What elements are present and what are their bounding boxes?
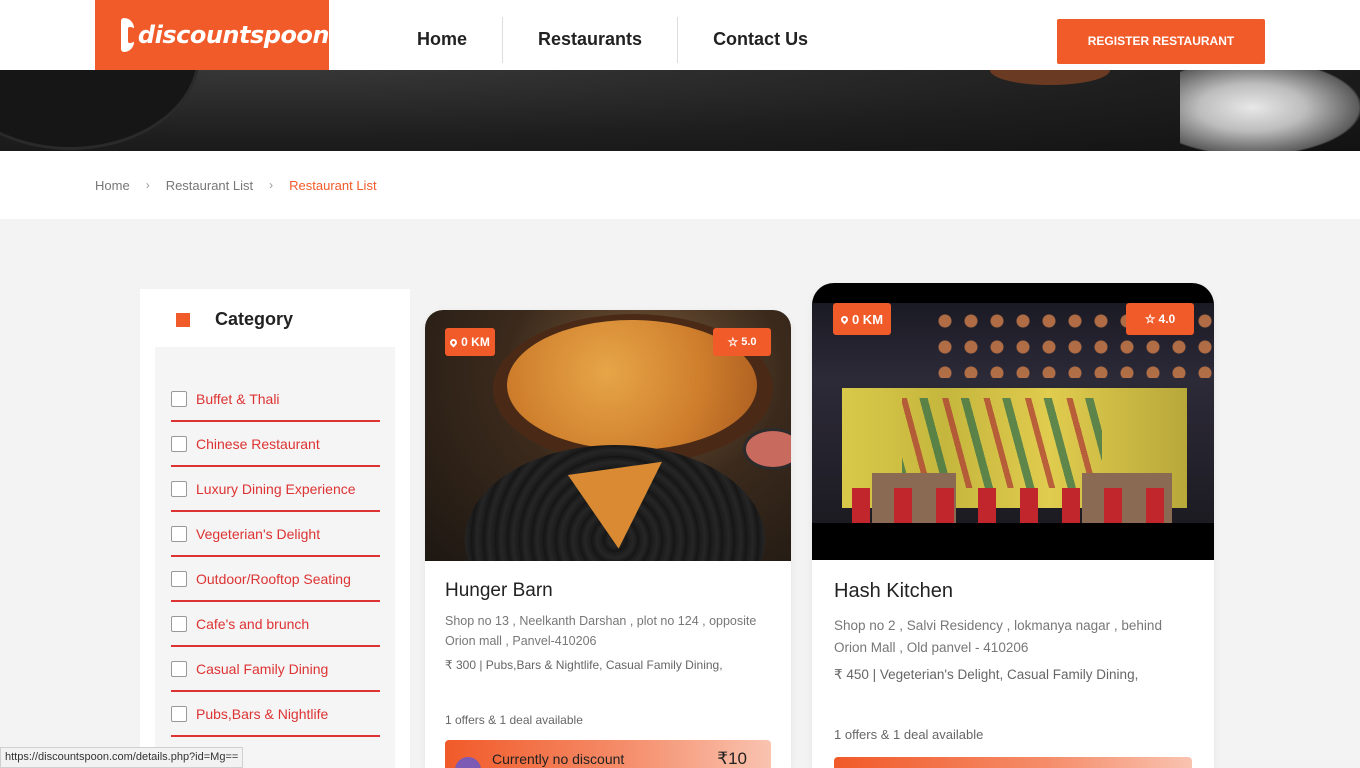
discount-text: Currently no discount xyxy=(492,751,625,767)
checkbox-icon[interactable] xyxy=(171,390,187,407)
checkbox-icon[interactable] xyxy=(171,705,187,722)
checkbox-icon[interactable] xyxy=(171,525,187,542)
discount-bar[interactable] xyxy=(834,757,1192,768)
discount-icon xyxy=(455,757,481,768)
rating-value: 5.0 xyxy=(741,336,757,348)
category-item-luxury-dining[interactable]: Luxury Dining Experience xyxy=(171,467,380,512)
category-item-outdoor-rooftop[interactable]: Outdoor/Rooftop Seating xyxy=(171,557,380,602)
category-label: Buffet & Thali xyxy=(196,390,280,407)
restaurant-card[interactable]: 0 KM ☆ 4.0 Hash Kitchen Shop no 2 , Salv… xyxy=(812,283,1214,768)
breadcrumb-separator-icon: › xyxy=(145,178,150,192)
category-label: Pubs,Bars & Nightlife xyxy=(196,705,329,722)
category-item-chinese[interactable]: Chinese Restaurant xyxy=(171,422,380,467)
restaurant-price-categories: ₹ 300 | Pubs,Bars & Nightlife, Casual Fa… xyxy=(445,658,723,672)
breadcrumb-restaurant-list[interactable]: Restaurant List xyxy=(166,178,253,193)
breadcrumb-current: Restaurant List xyxy=(289,177,377,193)
category-item-vegeterian[interactable]: Vegeterian's Delight xyxy=(171,512,380,557)
nav-contact-us[interactable]: Contact Us xyxy=(678,17,843,63)
checkbox-icon[interactable] xyxy=(171,435,187,452)
star-outline-icon: ☆ xyxy=(1144,312,1156,326)
rating-badge: ☆ 4.0 xyxy=(1126,303,1194,335)
category-label: Casual Family Dining xyxy=(196,660,329,677)
hero-flower-image xyxy=(1180,60,1360,151)
discount-amount: ₹10 xyxy=(717,749,747,768)
distance-badge: 0 KM xyxy=(445,328,495,356)
discount-bar[interactable]: Currently no discount ₹10 xyxy=(445,740,771,768)
category-label: Chinese Restaurant xyxy=(196,435,320,452)
offers-count: 1 offers & 1 deal available xyxy=(834,727,984,742)
category-item-pubs-bars[interactable]: Pubs,Bars & Nightlife xyxy=(171,692,380,737)
distance-value: 0 KM xyxy=(461,335,490,349)
offers-count: 1 offers & 1 deal available xyxy=(445,713,583,727)
map-pin-icon xyxy=(839,314,850,324)
rating-badge: ☆ 5.0 xyxy=(713,328,771,356)
nav-home[interactable]: Home xyxy=(382,17,504,63)
category-label: Cafe's and brunch xyxy=(196,615,310,632)
checkbox-icon[interactable] xyxy=(171,480,187,497)
logo[interactable]: discountspoon xyxy=(95,0,330,70)
chairs-image xyxy=(852,488,1182,523)
category-item-buffet-thali[interactable]: Buffet & Thali xyxy=(171,377,380,422)
distance-value: 0 KM xyxy=(851,311,884,327)
star-outline-icon: ☆ xyxy=(727,335,739,349)
breadcrumb-home[interactable]: Home xyxy=(95,178,130,193)
restaurant-address: Shop no 2 , Salvi Residency , lokmanya n… xyxy=(834,618,1162,655)
restaurant-interior-image xyxy=(812,303,1214,523)
logo-text: discountspoon xyxy=(137,21,330,49)
square-icon xyxy=(176,313,190,327)
category-list: Buffet & Thali Chinese Restaurant Luxury… xyxy=(171,377,380,737)
breadcrumb-separator-icon: › xyxy=(269,178,274,192)
category-label: Vegeterian's Delight xyxy=(196,525,321,542)
distance-badge: 0 KM xyxy=(833,303,891,335)
checkbox-icon[interactable] xyxy=(171,615,187,632)
breadcrumb: Home › Restaurant List › Restaurant List xyxy=(0,151,1360,219)
category-sidebar: Category Buffet & Thali Chinese Restaura… xyxy=(140,289,410,768)
logo-d-icon xyxy=(121,18,137,52)
category-label: Outdoor/Rooftop Seating xyxy=(196,570,351,587)
category-item-cafes-brunch[interactable]: Cafe's and brunch xyxy=(171,602,380,647)
map-pin-icon xyxy=(448,337,459,347)
category-label: Luxury Dining Experience xyxy=(196,480,356,497)
register-restaurant-button[interactable]: REGISTER RESTAURANT xyxy=(1057,19,1265,64)
checkbox-icon[interactable] xyxy=(171,570,187,587)
restaurant-price-categories: ₹ 450 | Vegeterian's Delight, Casual Fam… xyxy=(834,667,1139,682)
category-header: Category xyxy=(155,289,395,347)
restaurant-name[interactable]: Hash Kitchen xyxy=(834,580,953,603)
sauce-bowl-image xyxy=(743,428,791,470)
checkbox-icon[interactable] xyxy=(171,660,187,677)
restaurant-address: Shop no 13 , Neelkanth Darshan , plot no… xyxy=(445,614,757,648)
status-bar-url: https://discountspoon.com/details.php?id… xyxy=(0,747,244,768)
restaurant-card[interactable]: 0 KM ☆ 5.0 Hunger Barn Shop no 13 , Neel… xyxy=(425,310,791,768)
category-title: Category xyxy=(215,309,294,329)
pizza-slice-image xyxy=(567,461,674,555)
main-nav: Home Restaurants Contact Us xyxy=(382,17,843,63)
nav-restaurants[interactable]: Restaurants xyxy=(503,17,679,63)
site-header: discountspoon Home Restaurants Contact U… xyxy=(0,0,1360,70)
category-item-casual-family[interactable]: Casual Family Dining xyxy=(171,647,380,692)
rating-value: 4.0 xyxy=(1158,312,1176,326)
restaurant-name[interactable]: Hunger Barn xyxy=(445,580,553,602)
